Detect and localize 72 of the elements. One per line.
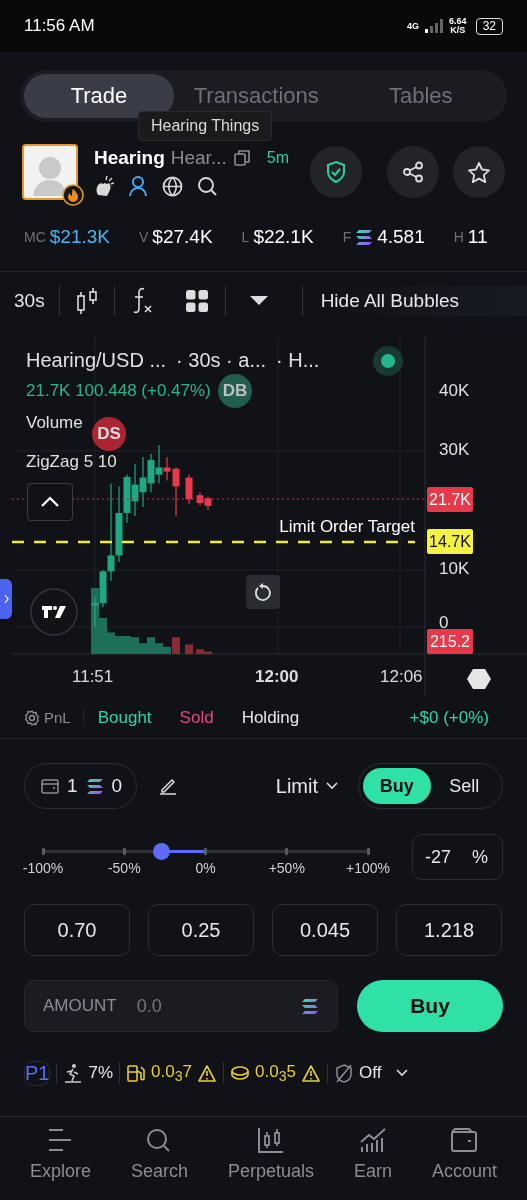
status-time: 11:56 AM bbox=[24, 16, 95, 36]
network-type: 4G bbox=[407, 21, 420, 31]
trade-bubble[interactable]: DB bbox=[218, 374, 252, 408]
amount-preset-button[interactable]: 0.70 bbox=[24, 904, 130, 956]
nav-item[interactable]: Earn bbox=[353, 1127, 392, 1200]
stat-label: H bbox=[453, 229, 464, 245]
stat-label: F bbox=[342, 229, 352, 245]
pnl-value: +$0 (+0%) bbox=[408, 707, 490, 728]
nav-item[interactable]: Explore bbox=[29, 1127, 91, 1200]
pnl-label: PnL bbox=[44, 709, 71, 726]
amount-label: AMOUNT bbox=[43, 996, 117, 1016]
stat-label: L bbox=[241, 229, 250, 245]
stat-value: 11 bbox=[467, 226, 488, 248]
amount-preset-button[interactable]: 0.25 bbox=[148, 904, 254, 956]
preset-label[interactable]: P1 bbox=[24, 1060, 51, 1086]
indicator-label: ZigZag 5 10 bbox=[26, 452, 117, 472]
axis-label: 12:06 bbox=[380, 667, 423, 687]
bought-label: Bought bbox=[96, 707, 153, 728]
price-tag: 21.7K bbox=[427, 487, 473, 512]
holding-label: Holding bbox=[240, 707, 301, 728]
token-ticker: Hear... bbox=[170, 147, 227, 169]
side-toggle[interactable]: Sell bbox=[430, 768, 498, 804]
amount-preset-button[interactable]: 0.045 bbox=[272, 904, 378, 956]
tooltip: Hearing Things bbox=[138, 111, 273, 141]
slider-mark-label: -50% bbox=[107, 860, 141, 876]
nav-item[interactable]: Perpetuals bbox=[227, 1127, 314, 1200]
trade-bubble[interactable]: DS bbox=[92, 417, 126, 451]
setting-value: 0.0$_{3}$7 bbox=[151, 1061, 193, 1085]
slider-mark-label: +50% bbox=[268, 860, 305, 876]
setting-value: 7% bbox=[88, 1063, 114, 1083]
stat-value: 4.581 bbox=[377, 226, 425, 248]
amount-field[interactable]: 0.0 bbox=[134, 994, 301, 1018]
stat-label: MC bbox=[24, 229, 46, 245]
stat-value: $27.4K bbox=[152, 226, 213, 248]
stat-label: V bbox=[139, 229, 149, 245]
setting-value: Off bbox=[359, 1063, 382, 1083]
stat-value: $22.1K bbox=[253, 226, 314, 248]
wallet-balance: 0 bbox=[111, 775, 123, 797]
axis-label: 40K bbox=[439, 381, 470, 401]
token-name: Hearing bbox=[94, 147, 165, 169]
axis-label: 10K bbox=[439, 559, 470, 579]
chart-legend-text: · H... bbox=[276, 349, 320, 372]
order-type-dropdown[interactable]: Limit bbox=[269, 773, 344, 799]
sold-label: Sold bbox=[178, 707, 215, 728]
speed-unit: K/S bbox=[449, 26, 467, 35]
slider-mark-label: -100% bbox=[22, 860, 64, 876]
percent-field[interactable]: -27 % bbox=[412, 834, 503, 880]
token-age: 5m bbox=[266, 149, 289, 167]
legend-price: 21.7K 100.448 (+0.47%) bbox=[26, 381, 211, 401]
nav-item[interactable]: Account bbox=[431, 1127, 497, 1200]
axis-label: 12:00 bbox=[255, 667, 299, 687]
slider-mark-label: 0% bbox=[195, 860, 216, 876]
nav-item[interactable]: Search bbox=[130, 1127, 188, 1200]
limit-order-label: Limit Order Target bbox=[279, 517, 415, 537]
buy-button[interactable]: Buy bbox=[357, 980, 503, 1032]
price-tag: 215.2 bbox=[427, 629, 473, 654]
slider-mark-label: +100% bbox=[346, 860, 390, 876]
axis-label: 30K bbox=[439, 440, 470, 460]
network-speed: 6.64 bbox=[449, 17, 467, 26]
tab[interactable]: Trade bbox=[24, 74, 174, 118]
stat-value: $21.3K bbox=[49, 226, 110, 248]
side-toggle[interactable]: Buy bbox=[363, 768, 431, 804]
battery-level: 32 bbox=[475, 17, 503, 35]
indicator-label: Volume bbox=[26, 413, 83, 433]
setting-value: 0.0$_{3}$5 bbox=[255, 1061, 296, 1085]
wallet-count: 1 bbox=[67, 775, 78, 797]
price-tag: 14.7K bbox=[427, 529, 473, 554]
chart-legend-text: · 30s · a... bbox=[176, 349, 267, 372]
axis-label: 11:51 bbox=[72, 667, 114, 687]
amount-preset-button[interactable]: 1.218 bbox=[396, 904, 502, 956]
chart-legend-text: Hearing/USD ... bbox=[26, 349, 167, 372]
interval-button[interactable]: 30s bbox=[14, 289, 45, 312]
